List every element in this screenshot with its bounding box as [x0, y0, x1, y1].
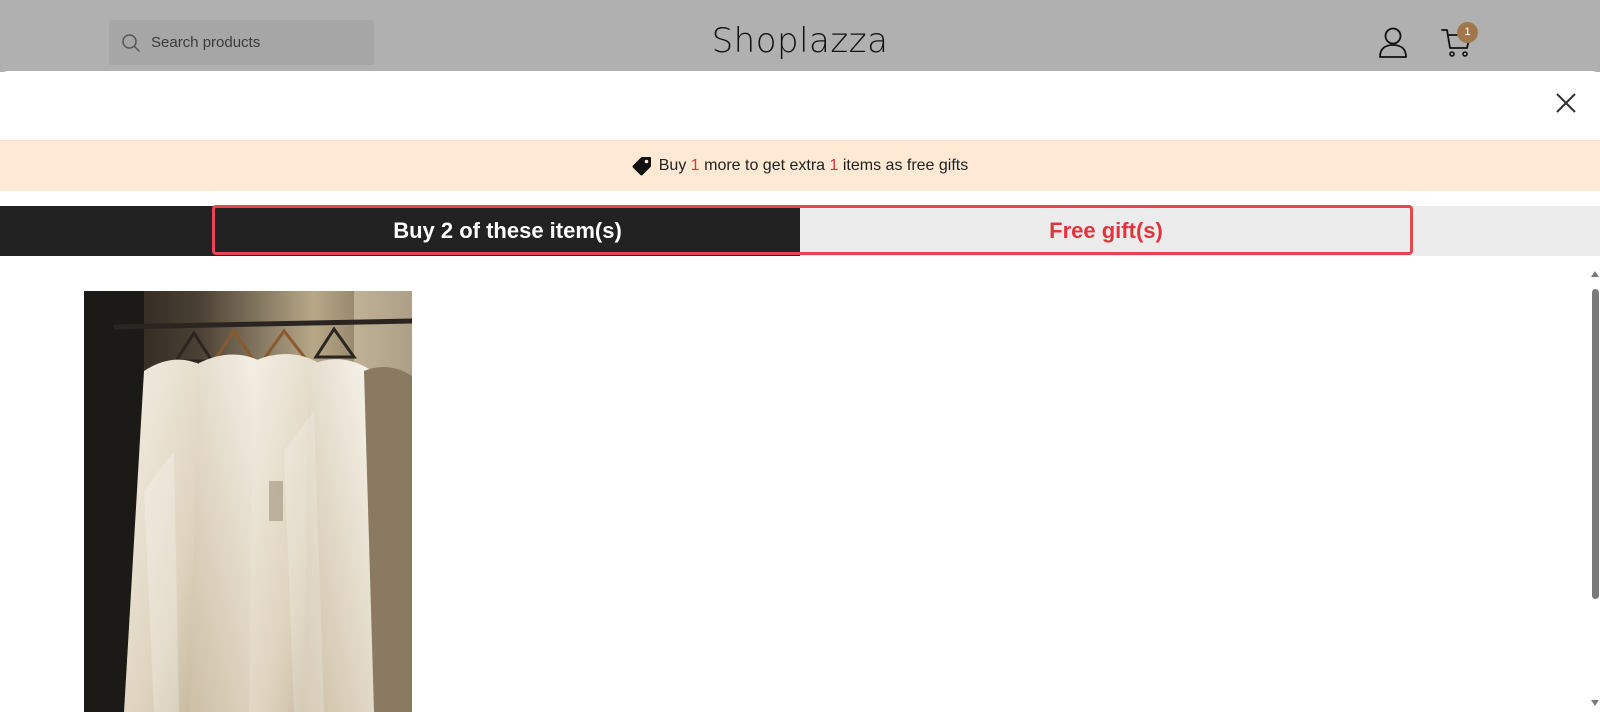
product-image[interactable] — [84, 291, 412, 712]
cart-count-badge: 1 — [1457, 22, 1478, 43]
cart-button[interactable]: 1 — [1441, 22, 1481, 60]
modal-scrollbar[interactable] — [1591, 271, 1600, 712]
promo-banner: Buy 1 more to get extra 1 items as free … — [0, 140, 1600, 191]
tag-icon — [632, 157, 651, 176]
tab-buy-items[interactable]: Buy 2 of these item(s) — [215, 206, 800, 256]
tabs-bar: Buy 2 of these item(s) Free gift(s) — [0, 206, 1600, 256]
scroll-up-arrow[interactable] — [1591, 271, 1599, 277]
tab-bar-left-fill — [0, 206, 215, 256]
promo-text-2: more to get extra — [699, 157, 830, 174]
scroll-down-arrow[interactable] — [1591, 700, 1599, 706]
promo-count-needed: 1 — [690, 157, 700, 174]
promo-text-3: items as free gifts — [838, 157, 969, 174]
product-photo — [84, 291, 412, 712]
promo-text-1: Buy — [658, 157, 691, 174]
close-icon[interactable] — [1555, 92, 1577, 114]
tab-free-gifts[interactable]: Free gift(s) — [800, 206, 1412, 256]
promo-gift-count: 1 — [829, 157, 839, 174]
account-icon[interactable] — [1378, 26, 1408, 58]
scroll-thumb[interactable] — [1592, 289, 1599, 599]
store-logo[interactable]: Shoplazza — [0, 21, 1600, 61]
gift-modal: Buy 1 more to get extra 1 items as free … — [0, 71, 1600, 712]
store-header: Search products Shoplazza 1 — [0, 0, 1600, 72]
